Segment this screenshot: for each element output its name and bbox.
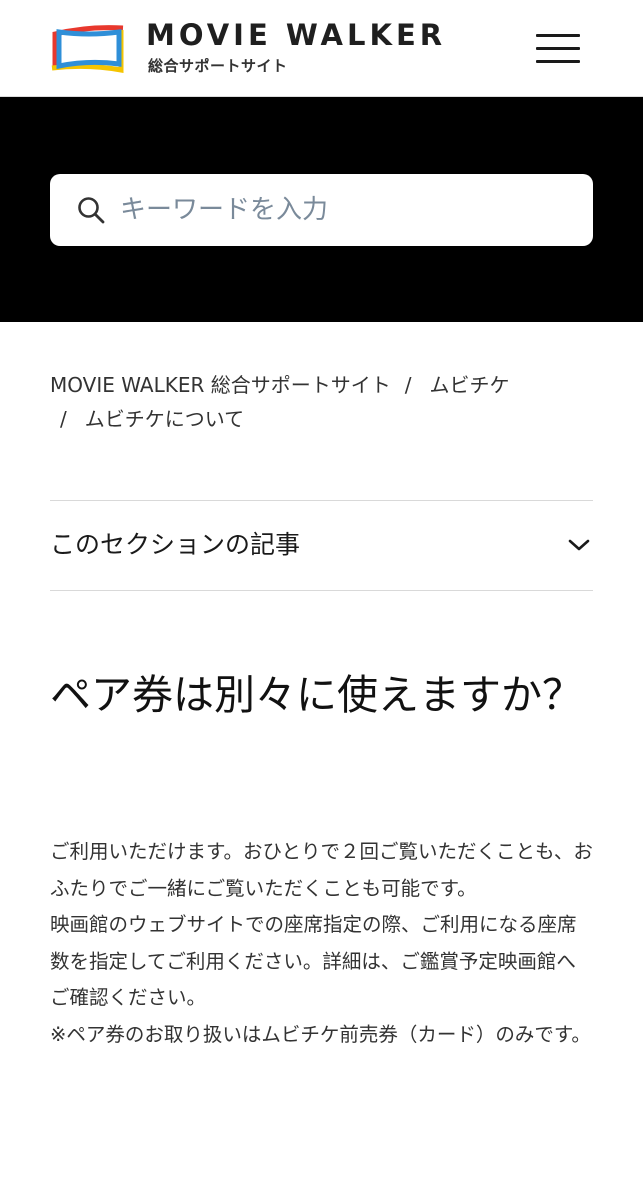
site-header: MOVIE WALKER 総合サポートサイト <box>0 0 643 97</box>
search-box[interactable] <box>50 174 593 246</box>
brand-name: MOVIE WALKER <box>146 18 447 52</box>
movie-walker-logo-icon[interactable] <box>49 24 127 74</box>
breadcrumb-item-about[interactable]: ムビチケについて <box>85 407 244 431</box>
search-input[interactable] <box>120 186 570 234</box>
article-title: ペア券は別々に使えますか？ <box>50 671 583 719</box>
breadcrumb-item-movieticket[interactable]: ムビチケ <box>429 373 509 397</box>
brand-subtitle: 総合サポートサイト <box>148 57 288 75</box>
breadcrumb: MOVIE WALKER 総合サポートサイト / ムビチケ / ムビチケについて <box>50 368 610 436</box>
breadcrumb-separator: / <box>404 373 412 397</box>
article-body: ご利用いただけます。おひとりで２回ご覧いただくことも、おふたりでご一緒にご覧いた… <box>50 840 593 1046</box>
section-articles-toggle[interactable]: このセクションの記事 <box>50 500 593 591</box>
hamburger-menu-icon[interactable] <box>533 32 581 66</box>
chevron-down-icon <box>568 539 590 551</box>
search-band <box>0 97 643 322</box>
breadcrumb-item-home[interactable]: MOVIE WALKER 総合サポートサイト <box>50 373 391 397</box>
section-toggle-label: このセクションの記事 <box>50 530 301 559</box>
search-icon <box>78 197 105 224</box>
breadcrumb-separator: / <box>60 407 67 431</box>
